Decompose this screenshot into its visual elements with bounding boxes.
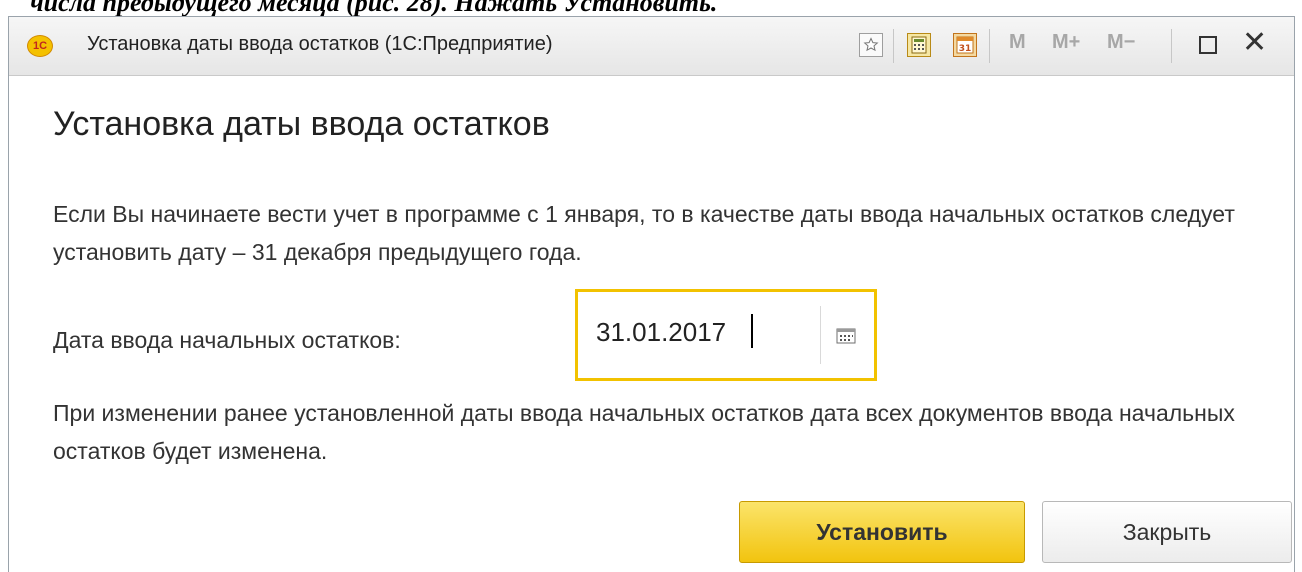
- title-bar: 1С Установка даты ввода остатков (1С:Пре…: [9, 17, 1294, 76]
- date-field-separator: [820, 306, 821, 364]
- calendar-day-text: 31: [959, 44, 972, 54]
- set-button[interactable]: Установить: [739, 501, 1025, 563]
- maximize-icon[interactable]: [1199, 36, 1217, 54]
- date-input-field[interactable]: 31.01.2017: [575, 289, 877, 381]
- note-text: При изменении ранее установленной даты в…: [53, 400, 1235, 464]
- memory-plus-button[interactable]: M+: [1052, 31, 1080, 54]
- calendar-icon[interactable]: 31: [953, 33, 977, 57]
- date-field-label: Дата ввода начальных остатков:: [53, 327, 401, 353]
- toolbar-separator: [893, 29, 894, 63]
- close-button[interactable]: Закрыть: [1042, 501, 1292, 563]
- star-icon[interactable]: [859, 33, 883, 57]
- form-heading: Установка даты ввода остатков: [53, 105, 550, 143]
- memory-minus-button[interactable]: M−: [1107, 31, 1135, 54]
- dialog-window: 1С Установка даты ввода остатков (1С:Пре…: [8, 16, 1295, 572]
- date-input-value[interactable]: 31.01.2017: [596, 317, 726, 348]
- intro-text: Если Вы начинаете вести учет в программе…: [53, 201, 1235, 265]
- toolbar-separator: [989, 29, 990, 63]
- close-window-button[interactable]: ✕: [1242, 28, 1267, 58]
- toolbar-separator: [1171, 29, 1172, 63]
- app-logo-icon: 1С: [27, 35, 53, 57]
- calendar-picker-icon[interactable]: [834, 324, 858, 348]
- calculator-icon[interactable]: [907, 33, 931, 57]
- memory-m-button[interactable]: M: [1009, 31, 1026, 54]
- window-title: Установка даты ввода остатков (1С:Предпр…: [87, 33, 553, 55]
- text-caret: [751, 314, 753, 348]
